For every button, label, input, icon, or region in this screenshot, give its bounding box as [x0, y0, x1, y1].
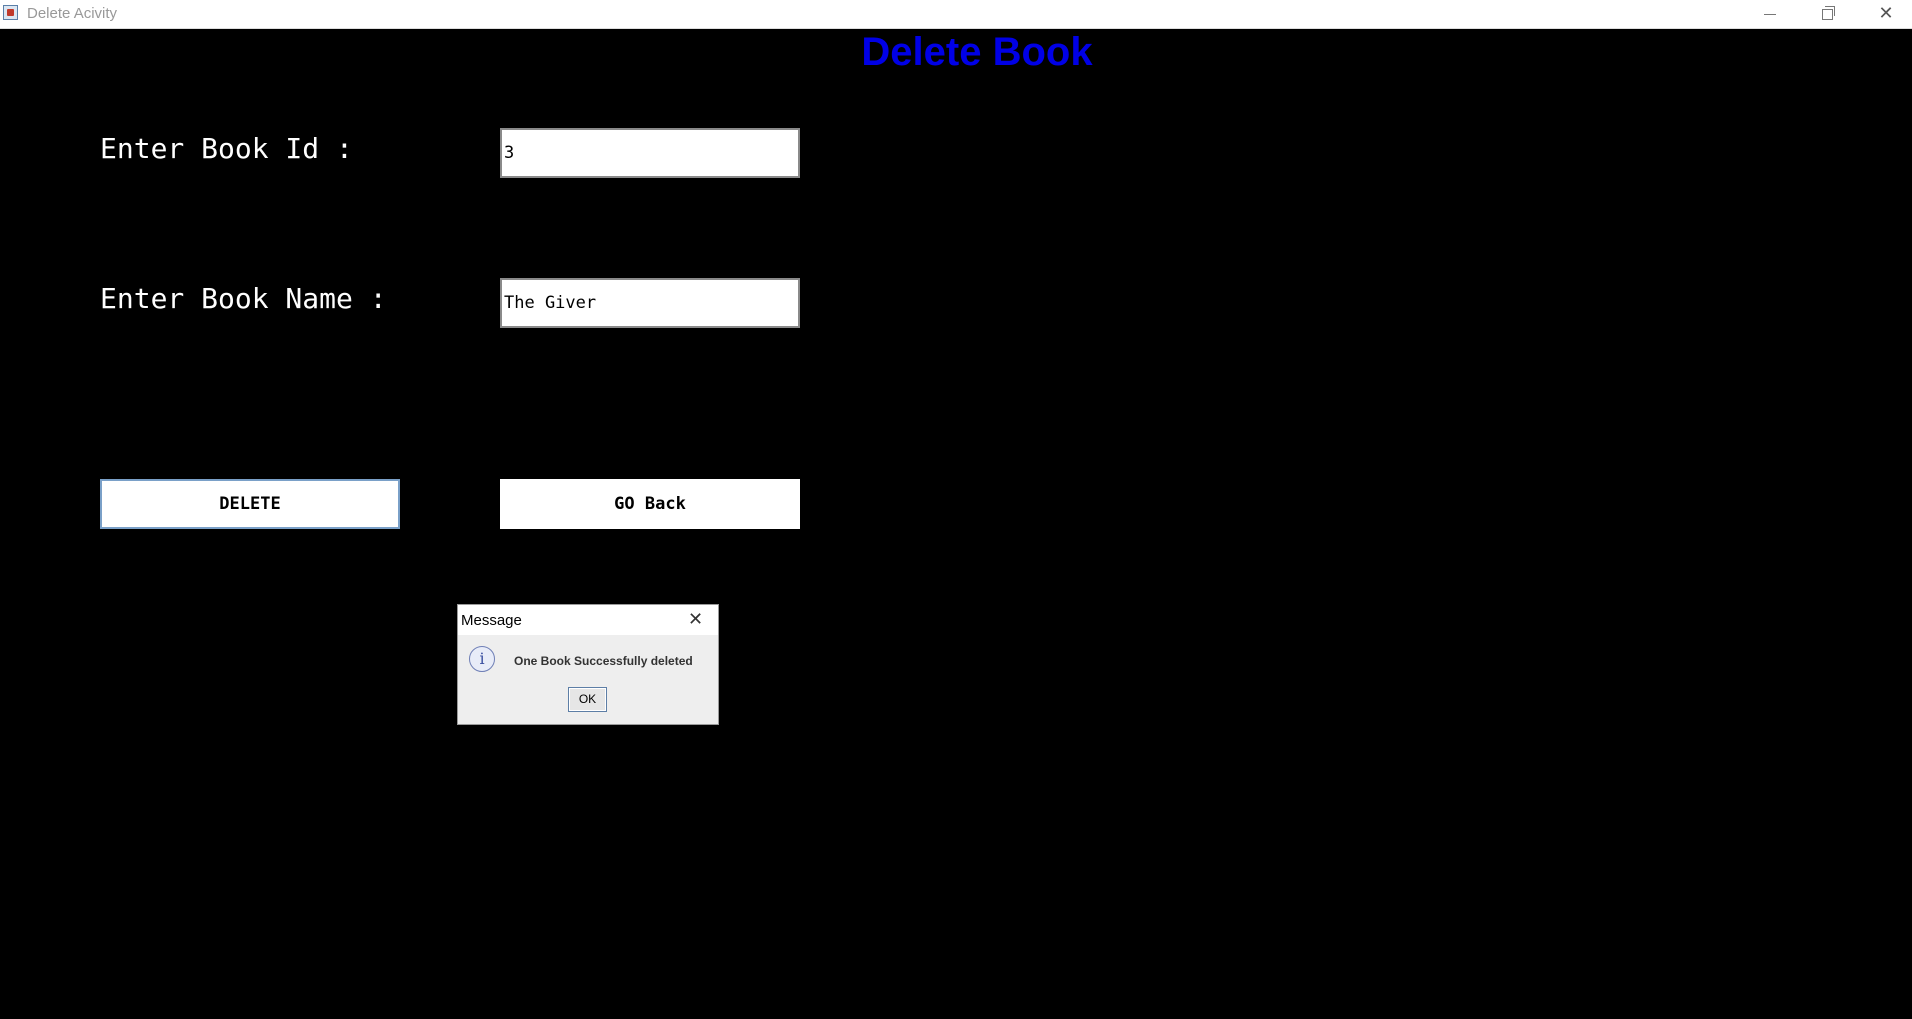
book-name-label: Enter Book Name :	[100, 282, 387, 315]
dialog-close-icon[interactable]: ✕	[688, 609, 703, 630]
delete-button[interactable]: DELETE	[100, 479, 400, 529]
java-app-icon	[3, 5, 18, 20]
restore-button[interactable]	[1799, 0, 1857, 28]
window-titlebar: Delete Acivity ✕	[0, 0, 1912, 29]
info-icon: i	[469, 646, 495, 672]
close-button[interactable]: ✕	[1857, 0, 1912, 28]
close-icon: ✕	[1878, 3, 1894, 24]
page-title: Delete Book	[861, 30, 1093, 74]
book-id-input[interactable]	[500, 128, 800, 178]
dialog-message: One Book Successfully deleted	[514, 654, 693, 668]
book-id-label: Enter Book Id :	[100, 132, 353, 165]
dialog-titlebar: Message ✕	[458, 605, 718, 635]
go-back-button[interactable]: GO Back	[500, 479, 800, 529]
ok-button[interactable]: OK	[568, 687, 607, 712]
window-title: Delete Acivity	[27, 5, 118, 22]
minimize-button[interactable]	[1741, 0, 1799, 28]
minimize-icon	[1764, 14, 1776, 15]
book-name-input[interactable]	[500, 278, 800, 328]
message-dialog: Message ✕ i One Book Successfully delete…	[457, 604, 719, 725]
dialog-title: Message	[461, 612, 522, 629]
